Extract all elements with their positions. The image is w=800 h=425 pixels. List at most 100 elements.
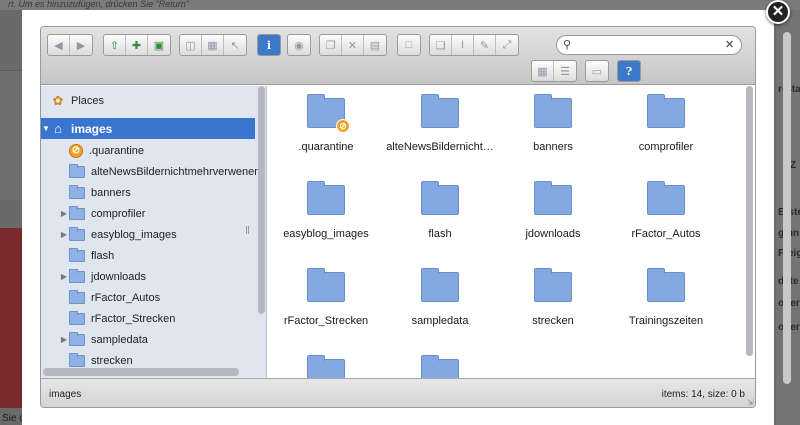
file-item-flash[interactable]: flash (384, 177, 496, 249)
window-group: ▭ (585, 60, 609, 82)
sidebar-resize-handle[interactable] (246, 226, 249, 234)
folder-icon (534, 181, 572, 215)
sidebar-tree: ✿ Places ▼ ⌂ images ⊘ .quarantine alteNe… (41, 86, 267, 378)
file-item-partial[interactable] (270, 351, 382, 378)
file-item-comprofiler[interactable]: comprofiler (610, 90, 722, 162)
search-field[interactable]: ⚲ ✕ (556, 35, 742, 55)
open-icon[interactable]: ◫ (180, 35, 202, 55)
sidebar-horizontal-scrollbar[interactable] (43, 368, 239, 376)
edit-icon[interactable]: ✎ (474, 35, 496, 55)
sidebar-item-altenews[interactable]: alteNewsBildernichtmehrverwenen (59, 161, 266, 182)
file-item-altenews[interactable]: alteNewsBildernicht… (384, 90, 496, 162)
modal-scrollbar[interactable] (782, 32, 792, 384)
close-modal-button[interactable]: ✕ (766, 0, 790, 24)
file-manager-modal: ◀ ▶ ⇧ ✚ ▣ ◫ ▦ ↖ i ◉ ❐ ✕ ▤ □ ❏ I ✎ ⤢ ⚲ ✕ … (22, 10, 791, 425)
file-name: rFactor_Autos (631, 228, 701, 240)
file-item-rfactor-autos[interactable]: rFactor_Autos (610, 177, 722, 249)
nav-group: ◀ ▶ (47, 34, 93, 56)
folder-icon (421, 355, 459, 378)
sidebar-item-label: Places (71, 94, 105, 107)
home-folder-icon: ⌂ (54, 121, 62, 136)
sidebar-places-header[interactable]: ✿ Places (41, 90, 255, 111)
select-icon[interactable]: ↖ (224, 35, 246, 55)
archive-icon[interactable]: □ (398, 35, 420, 55)
resize-grip-icon[interactable]: ⇲ (747, 399, 755, 407)
sidebar-item-flash[interactable]: flash (59, 245, 266, 266)
file-name: Trainingszeiten (628, 315, 704, 327)
paste-icon[interactable]: ▤ (364, 35, 386, 55)
chevron-down-icon[interactable]: ▼ (41, 124, 51, 133)
file-item-rfactor-strecken[interactable]: rFactor_Strecken (270, 264, 382, 336)
window-icon[interactable]: ▭ (586, 61, 608, 81)
file-item-quarantine[interactable]: ⊘ .quarantine (270, 90, 382, 162)
file-item-easyblog[interactable]: easyblog_images (270, 177, 382, 249)
search-input[interactable] (577, 37, 717, 53)
archive-group: □ (397, 34, 421, 56)
file-name: strecken (532, 315, 574, 327)
sidebar-item-rfactor-strecken[interactable]: rFactor_Strecken (59, 308, 266, 329)
upload-icon[interactable]: ⇧ (104, 35, 126, 55)
sidebar-item-images[interactable]: ▼ ⌂ images (41, 118, 255, 139)
folder-icon (421, 94, 459, 128)
folder-icon (69, 352, 85, 367)
list-view-icon[interactable]: ☰ (554, 61, 576, 81)
disk-icon[interactable]: ▦ (202, 35, 224, 55)
folder-icon (421, 268, 459, 302)
sidebar-item-rfactor-autos[interactable]: rFactor_Autos (59, 287, 266, 308)
background-hint-text: rt. Um es hinzuzufügen, drücken Sie "Ret… (0, 0, 800, 10)
sidebar-item-quarantine[interactable]: ⊘ .quarantine (59, 140, 266, 161)
sidebar-item-label: sampledata (91, 333, 148, 346)
sidebar-item-jdownloads[interactable]: ▶ jdownloads (59, 266, 266, 287)
folder-icon (69, 310, 85, 325)
new-file-icon[interactable]: ✚ (126, 35, 148, 55)
file-item-sampledata[interactable]: sampledata (384, 264, 496, 336)
folder-icon (69, 289, 85, 304)
cut-icon[interactable]: ✕ (342, 35, 364, 55)
folder-icon (647, 268, 685, 302)
file-item-strecken[interactable]: strecken (497, 264, 609, 336)
sidebar-item-banners[interactable]: banners (59, 182, 266, 203)
folder-icon (69, 184, 85, 199)
duplicate-icon[interactable]: ❏ (430, 35, 452, 55)
sidebar-scrollbar[interactable] (257, 86, 266, 314)
status-bar: images items: 14, size: 0 b ⇲ (41, 378, 755, 407)
file-item-jdownloads[interactable]: jdownloads (497, 177, 609, 249)
chevron-right-icon[interactable]: ▶ (59, 209, 69, 218)
sidebar-item-comprofiler[interactable]: ▶ comprofiler (59, 203, 266, 224)
sidebar-item-easyblog[interactable]: ▶ easyblog_images (59, 224, 266, 245)
quarantine-icon: ⊘ (69, 143, 83, 158)
forward-icon[interactable]: ▶ (70, 35, 92, 55)
back-icon[interactable]: ◀ (48, 35, 70, 55)
folder-icon (69, 226, 85, 241)
file-name: sampledata (411, 315, 469, 327)
icon-view-icon[interactable]: ▦ (532, 61, 554, 81)
help-icon[interactable]: ? (618, 61, 640, 81)
sidebar-item-label: banners (91, 186, 131, 199)
file-name: comprofiler (638, 141, 694, 153)
file-item-trainingszeiten[interactable]: Trainingszeiten (610, 264, 722, 336)
file-name: banners (533, 141, 573, 153)
folder-icon (69, 247, 85, 262)
file-item-banners[interactable]: banners (497, 90, 609, 162)
sidebar-item-label: comprofiler (91, 207, 146, 220)
file-group: ⇧ ✚ ▣ (103, 34, 171, 56)
help-group: ? (617, 60, 641, 82)
folder-icon (421, 181, 459, 215)
content-scrollbar[interactable] (745, 86, 754, 356)
save-icon[interactable]: ▣ (148, 35, 170, 55)
copy-icon[interactable]: ❐ (320, 35, 342, 55)
chevron-right-icon[interactable]: ▶ (59, 335, 69, 344)
folder-icon: ⊘ (307, 94, 350, 133)
preview-icon[interactable]: ◉ (288, 35, 310, 55)
rename-icon[interactable]: I (452, 35, 474, 55)
resize-icon[interactable]: ⤢ (496, 35, 518, 55)
chevron-right-icon[interactable]: ▶ (59, 230, 69, 239)
status-summary: items: 14, size: 0 b (661, 389, 745, 400)
file-item-partial[interactable] (384, 351, 496, 378)
chevron-right-icon[interactable]: ▶ (59, 272, 69, 281)
file-name: alteNewsBildernicht… (386, 141, 494, 153)
info-icon[interactable]: i (258, 35, 280, 55)
clear-search-icon[interactable]: ✕ (725, 38, 734, 51)
sidebar-item-sampledata[interactable]: ▶ sampledata (59, 329, 266, 350)
status-path: images (49, 389, 82, 400)
